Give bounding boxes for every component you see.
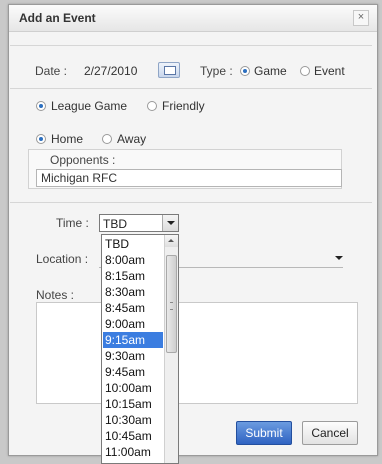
submit-button[interactable]: Submit xyxy=(236,421,292,445)
type-label: Type : xyxy=(200,64,233,78)
time-option[interactable]: 10:15am xyxy=(103,396,163,412)
notes-label: Notes : xyxy=(36,288,75,302)
time-option[interactable]: 10:00am xyxy=(103,380,163,396)
divider xyxy=(10,45,372,46)
away-label: Away xyxy=(117,132,147,146)
time-option[interactable]: 10:30am xyxy=(103,412,163,428)
home-radio[interactable] xyxy=(36,134,46,144)
time-option[interactable]: 11:00am xyxy=(103,444,163,460)
date-label: Date : xyxy=(35,64,68,78)
time-option[interactable]: 9:00am xyxy=(103,316,163,332)
league-game-label: League Game xyxy=(51,99,128,113)
location-label: Location : xyxy=(36,252,89,266)
calendar-icon[interactable] xyxy=(158,62,180,78)
time-dropdown-list[interactable]: TBD 8:00am 8:15am 8:30am 8:45am 9:00am 9… xyxy=(101,234,179,464)
chevron-down-icon[interactable] xyxy=(162,215,178,231)
notes-textarea[interactable] xyxy=(36,302,358,404)
league-game-radio[interactable] xyxy=(36,101,46,111)
time-option[interactable]: 9:45am xyxy=(103,364,163,380)
divider xyxy=(10,202,372,203)
time-option[interactable]: TBD xyxy=(103,236,163,252)
dialog-title: Add an Event xyxy=(19,11,96,25)
scrollbar-thumb[interactable] xyxy=(166,255,177,353)
away-radio[interactable] xyxy=(102,134,112,144)
scroll-up-icon[interactable] xyxy=(164,235,178,247)
time-select-value: TBD xyxy=(103,217,127,231)
friendly-label: Friendly xyxy=(162,99,205,113)
opponents-input[interactable]: Michigan RFC xyxy=(36,169,342,187)
time-option[interactable]: 10:45am xyxy=(103,428,163,444)
home-label: Home xyxy=(51,132,84,146)
chevron-down-icon[interactable] xyxy=(335,256,343,260)
type-event-label: Event xyxy=(314,64,345,78)
time-option-selected[interactable]: 9:15am xyxy=(103,332,163,348)
divider xyxy=(10,88,372,89)
opponents-label: Opponents : xyxy=(50,153,116,167)
cancel-button[interactable]: Cancel xyxy=(302,421,358,445)
type-game-radio[interactable] xyxy=(240,66,250,76)
date-value[interactable]: 2/27/2010 xyxy=(84,64,137,78)
time-option[interactable]: 8:45am xyxy=(103,300,163,316)
type-event-radio[interactable] xyxy=(300,66,310,76)
type-game-label: Game xyxy=(254,64,287,78)
time-option[interactable]: 9:30am xyxy=(103,348,163,364)
close-icon[interactable]: × xyxy=(353,10,369,26)
time-option[interactable]: 8:00am xyxy=(103,252,163,268)
time-select[interactable]: TBD xyxy=(99,214,179,232)
time-option[interactable]: 8:15am xyxy=(103,268,163,284)
time-label: Time : xyxy=(56,216,89,230)
time-option[interactable]: 8:30am xyxy=(103,284,163,300)
dialog-titlebar: Add an Event × xyxy=(9,5,377,32)
friendly-radio[interactable] xyxy=(147,101,157,111)
